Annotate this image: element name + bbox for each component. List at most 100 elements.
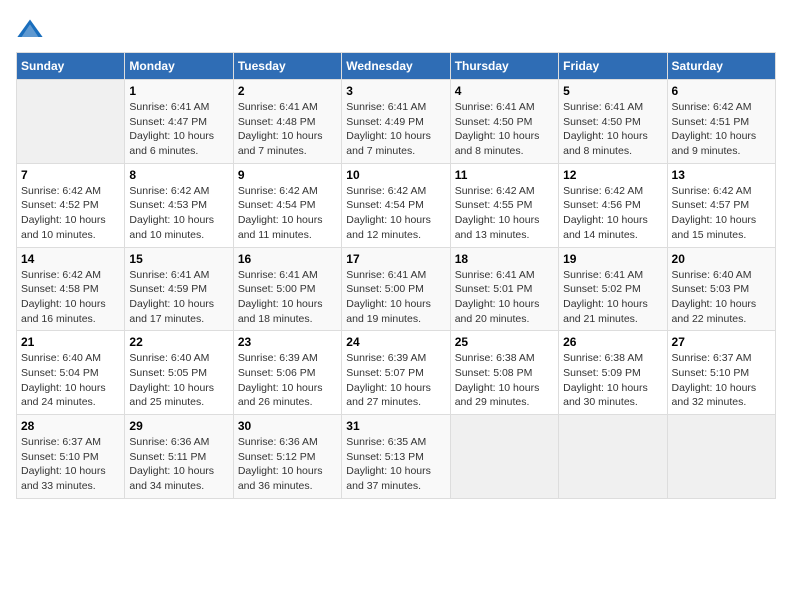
calendar-cell — [559, 415, 667, 499]
day-info: Sunrise: 6:40 AM Sunset: 5:03 PM Dayligh… — [672, 268, 771, 327]
day-number: 4 — [455, 84, 554, 98]
calendar-week-row: 21 Sunrise: 6:40 AM Sunset: 5:04 PM Dayli… — [17, 331, 776, 415]
calendar-cell: 23 Sunrise: 6:39 AM Sunset: 5:06 PM Dayli… — [233, 331, 341, 415]
day-number: 14 — [21, 252, 120, 266]
day-number: 28 — [21, 419, 120, 433]
calendar-cell: 30 Sunrise: 6:36 AM Sunset: 5:12 PM Dayli… — [233, 415, 341, 499]
day-number: 23 — [238, 335, 337, 349]
calendar-cell: 11 Sunrise: 6:42 AM Sunset: 4:55 PM Dayli… — [450, 163, 558, 247]
logo — [16, 16, 48, 44]
calendar-cell: 24 Sunrise: 6:39 AM Sunset: 5:07 PM Dayli… — [342, 331, 450, 415]
day-info: Sunrise: 6:41 AM Sunset: 4:47 PM Dayligh… — [129, 100, 228, 159]
day-header-friday: Friday — [559, 53, 667, 80]
calendar-cell: 9 Sunrise: 6:42 AM Sunset: 4:54 PM Daylig… — [233, 163, 341, 247]
day-number: 8 — [129, 168, 228, 182]
day-number: 30 — [238, 419, 337, 433]
day-number: 13 — [672, 168, 771, 182]
day-info: Sunrise: 6:36 AM Sunset: 5:12 PM Dayligh… — [238, 435, 337, 494]
day-info: Sunrise: 6:41 AM Sunset: 4:48 PM Dayligh… — [238, 100, 337, 159]
day-header-monday: Monday — [125, 53, 233, 80]
day-info: Sunrise: 6:37 AM Sunset: 5:10 PM Dayligh… — [672, 351, 771, 410]
day-info: Sunrise: 6:35 AM Sunset: 5:13 PM Dayligh… — [346, 435, 445, 494]
day-info: Sunrise: 6:42 AM Sunset: 4:54 PM Dayligh… — [346, 184, 445, 243]
day-number: 25 — [455, 335, 554, 349]
day-number: 3 — [346, 84, 445, 98]
day-number: 12 — [563, 168, 662, 182]
day-info: Sunrise: 6:42 AM Sunset: 4:55 PM Dayligh… — [455, 184, 554, 243]
day-info: Sunrise: 6:42 AM Sunset: 4:51 PM Dayligh… — [672, 100, 771, 159]
day-number: 5 — [563, 84, 662, 98]
day-info: Sunrise: 6:39 AM Sunset: 5:06 PM Dayligh… — [238, 351, 337, 410]
calendar-cell: 13 Sunrise: 6:42 AM Sunset: 4:57 PM Dayli… — [667, 163, 775, 247]
day-header-wednesday: Wednesday — [342, 53, 450, 80]
calendar-cell: 2 Sunrise: 6:41 AM Sunset: 4:48 PM Daylig… — [233, 80, 341, 164]
day-number: 9 — [238, 168, 337, 182]
calendar-cell: 22 Sunrise: 6:40 AM Sunset: 5:05 PM Dayli… — [125, 331, 233, 415]
calendar-cell: 4Sunrise: 6:41 AM Sunset: 4:50 PM Daylig… — [450, 80, 558, 164]
calendar-cell: 16 Sunrise: 6:41 AM Sunset: 5:00 PM Dayli… — [233, 247, 341, 331]
day-number: 15 — [129, 252, 228, 266]
day-info: Sunrise: 6:40 AM Sunset: 5:05 PM Dayligh… — [129, 351, 228, 410]
day-number: 19 — [563, 252, 662, 266]
day-info: Sunrise: 6:37 AM Sunset: 5:10 PM Dayligh… — [21, 435, 120, 494]
calendar-cell: 18 Sunrise: 6:41 AM Sunset: 5:01 PM Dayli… — [450, 247, 558, 331]
calendar-cell: 10 Sunrise: 6:42 AM Sunset: 4:54 PM Dayli… — [342, 163, 450, 247]
calendar-cell: 28 Sunrise: 6:37 AM Sunset: 5:10 PM Dayli… — [17, 415, 125, 499]
day-number: 26 — [563, 335, 662, 349]
day-info: Sunrise: 6:42 AM Sunset: 4:58 PM Dayligh… — [21, 268, 120, 327]
day-header-sunday: Sunday — [17, 53, 125, 80]
day-info: Sunrise: 6:36 AM Sunset: 5:11 PM Dayligh… — [129, 435, 228, 494]
day-number: 7 — [21, 168, 120, 182]
day-info: Sunrise: 6:41 AM Sunset: 5:00 PM Dayligh… — [238, 268, 337, 327]
calendar-cell: 25 Sunrise: 6:38 AM Sunset: 5:08 PM Dayli… — [450, 331, 558, 415]
calendar-week-row: 7 Sunrise: 6:42 AM Sunset: 4:52 PM Daylig… — [17, 163, 776, 247]
day-number: 2 — [238, 84, 337, 98]
day-number: 18 — [455, 252, 554, 266]
day-info: Sunrise: 6:42 AM Sunset: 4:53 PM Dayligh… — [129, 184, 228, 243]
day-info: Sunrise: 6:41 AM Sunset: 5:02 PM Dayligh… — [563, 268, 662, 327]
calendar-cell: 29Sunrise: 6:36 AM Sunset: 5:11 PM Dayli… — [125, 415, 233, 499]
day-info: Sunrise: 6:41 AM Sunset: 5:01 PM Dayligh… — [455, 268, 554, 327]
calendar-cell: 31Sunrise: 6:35 AM Sunset: 5:13 PM Dayli… — [342, 415, 450, 499]
calendar-cell: 26 Sunrise: 6:38 AM Sunset: 5:09 PM Dayli… — [559, 331, 667, 415]
page-header — [16, 16, 776, 44]
day-number: 11 — [455, 168, 554, 182]
day-info: Sunrise: 6:42 AM Sunset: 4:54 PM Dayligh… — [238, 184, 337, 243]
day-info: Sunrise: 6:41 AM Sunset: 4:59 PM Dayligh… — [129, 268, 228, 327]
calendar-cell: 17Sunrise: 6:41 AM Sunset: 5:00 PM Dayli… — [342, 247, 450, 331]
calendar-week-row: 14 Sunrise: 6:42 AM Sunset: 4:58 PM Dayli… — [17, 247, 776, 331]
day-number: 16 — [238, 252, 337, 266]
calendar-cell: 15 Sunrise: 6:41 AM Sunset: 4:59 PM Dayli… — [125, 247, 233, 331]
day-info: Sunrise: 6:38 AM Sunset: 5:09 PM Dayligh… — [563, 351, 662, 410]
calendar-cell: 6 Sunrise: 6:42 AM Sunset: 4:51 PM Daylig… — [667, 80, 775, 164]
calendar-cell — [450, 415, 558, 499]
day-number: 27 — [672, 335, 771, 349]
day-info: Sunrise: 6:41 AM Sunset: 4:50 PM Dayligh… — [563, 100, 662, 159]
day-number: 6 — [672, 84, 771, 98]
calendar-table: SundayMondayTuesdayWednesdayThursdayFrid… — [16, 52, 776, 499]
calendar-cell: 20 Sunrise: 6:40 AM Sunset: 5:03 PM Dayli… — [667, 247, 775, 331]
calendar-cell: 1Sunrise: 6:41 AM Sunset: 4:47 PM Daylig… — [125, 80, 233, 164]
day-info: Sunrise: 6:42 AM Sunset: 4:57 PM Dayligh… — [672, 184, 771, 243]
day-number: 24 — [346, 335, 445, 349]
calendar-cell: 7 Sunrise: 6:42 AM Sunset: 4:52 PM Daylig… — [17, 163, 125, 247]
calendar-cell: 27 Sunrise: 6:37 AM Sunset: 5:10 PM Dayli… — [667, 331, 775, 415]
day-info: Sunrise: 6:39 AM Sunset: 5:07 PM Dayligh… — [346, 351, 445, 410]
day-number: 22 — [129, 335, 228, 349]
calendar-cell: 3Sunrise: 6:41 AM Sunset: 4:49 PM Daylig… — [342, 80, 450, 164]
calendar-header-row: SundayMondayTuesdayWednesdayThursdayFrid… — [17, 53, 776, 80]
logo-icon — [16, 16, 44, 44]
day-number: 21 — [21, 335, 120, 349]
day-info: Sunrise: 6:40 AM Sunset: 5:04 PM Dayligh… — [21, 351, 120, 410]
day-number: 20 — [672, 252, 771, 266]
day-info: Sunrise: 6:42 AM Sunset: 4:56 PM Dayligh… — [563, 184, 662, 243]
day-header-tuesday: Tuesday — [233, 53, 341, 80]
day-number: 10 — [346, 168, 445, 182]
day-info: Sunrise: 6:42 AM Sunset: 4:52 PM Dayligh… — [21, 184, 120, 243]
day-header-saturday: Saturday — [667, 53, 775, 80]
day-info: Sunrise: 6:38 AM Sunset: 5:08 PM Dayligh… — [455, 351, 554, 410]
day-header-thursday: Thursday — [450, 53, 558, 80]
calendar-cell: 8 Sunrise: 6:42 AM Sunset: 4:53 PM Daylig… — [125, 163, 233, 247]
calendar-cell: 12 Sunrise: 6:42 AM Sunset: 4:56 PM Dayli… — [559, 163, 667, 247]
calendar-cell: 14 Sunrise: 6:42 AM Sunset: 4:58 PM Dayli… — [17, 247, 125, 331]
